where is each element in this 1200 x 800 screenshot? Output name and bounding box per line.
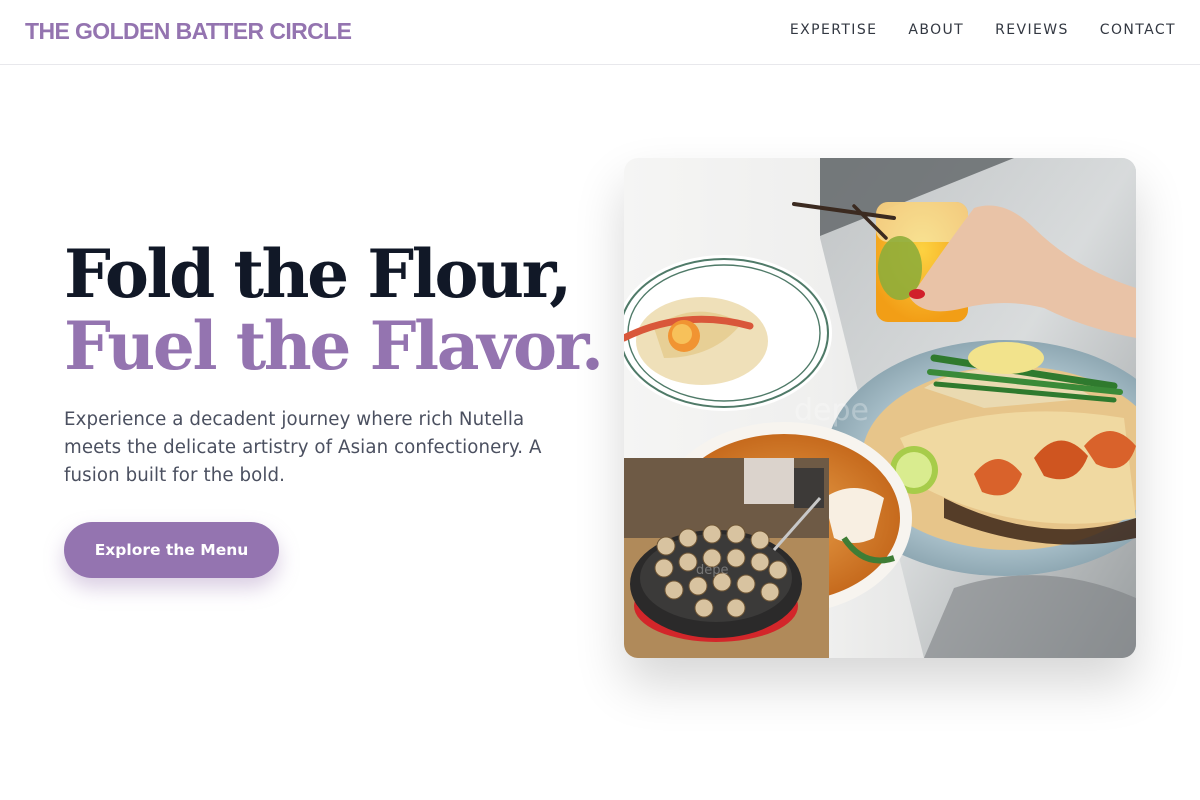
- hero-title-line-1: Fold the Flour,: [64, 235, 572, 313]
- brand-logo[interactable]: THE GOLDEN BATTER CIRCLE: [25, 18, 352, 45]
- takoyaki-pan-photo: depe: [624, 458, 829, 658]
- hero-title: Fold the Flour, Fuel the Flavor.: [64, 235, 604, 385]
- explore-menu-button[interactable]: Explore the Menu: [64, 522, 279, 578]
- hero-food-collage: depe depe: [624, 158, 1136, 658]
- svg-text:depe: depe: [696, 563, 729, 578]
- hero-subtitle: Experience a decadent journey where rich…: [64, 409, 542, 486]
- main-nav: EXPERTISE ABOUT REVIEWS CONTACT: [759, 22, 1176, 38]
- nav-item-contact[interactable]: CONTACT: [1100, 22, 1176, 38]
- image-watermark: depe: [794, 393, 869, 428]
- nav-item-reviews[interactable]: REVIEWS: [995, 22, 1069, 38]
- nav-item-expertise[interactable]: EXPERTISE: [790, 22, 877, 38]
- site-header: THE GOLDEN BATTER CIRCLE EXPERTISE ABOUT…: [0, 0, 1200, 65]
- nav-item-about[interactable]: ABOUT: [908, 22, 964, 38]
- hero-title-line-2: Fuel the Flavor.: [64, 307, 604, 385]
